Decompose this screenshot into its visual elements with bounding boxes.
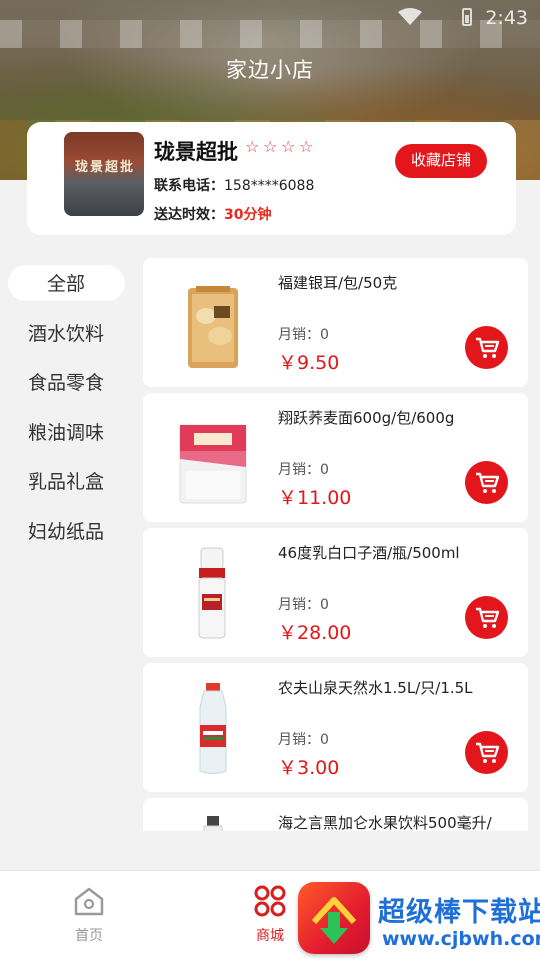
download-arrow-icon <box>311 897 357 944</box>
product-image-water-bottle <box>199 683 227 774</box>
product-name: 翔跃荞麦面600g/包/600g <box>278 409 455 427</box>
category-label: 食品零食 <box>27 372 104 395</box>
watermark: 超级棒下载站 www.cjbwh.com <box>298 882 540 960</box>
product-card[interactable]: 农夫山泉天然水1.5L/只/1.5L 月销：0 ￥3.00 <box>143 663 528 792</box>
store-rating: ☆ ☆ ☆ ☆ <box>245 139 315 155</box>
delivery-value: 30分钟 <box>224 207 272 223</box>
status-time: 2:43 <box>485 7 528 29</box>
category-active-pill: 全部 <box>7 264 125 301</box>
product-name: 农夫山泉天然水1.5L/只/1.5L <box>278 679 473 697</box>
category-label: 妇幼纸品 <box>27 520 104 543</box>
category-label: 乳品礼盒 <box>27 471 104 494</box>
grid-icon <box>254 885 286 917</box>
product-monthly-sales: 月销：0 <box>278 732 329 748</box>
product-image-drink-bottle <box>203 816 223 831</box>
star-outline-icon: ☆ <box>281 137 296 156</box>
product-name: 福建银耳/包/50克 <box>278 274 398 292</box>
store-photo-sign: 珑景超批 <box>74 160 135 175</box>
watermark-logo-icon <box>298 882 370 954</box>
add-to-cart-button[interactable] <box>465 731 508 774</box>
product-image-white-fungus <box>188 286 238 368</box>
cart-icon <box>475 472 499 493</box>
product-price: ￥11.00 <box>278 487 352 509</box>
phone-value[interactable]: 158****6088 <box>224 178 314 194</box>
delivery-label: 送达时效： <box>154 207 224 223</box>
status-bar: 2:43 <box>0 0 540 36</box>
category-item-dairy-gifts[interactable]: 乳品礼盒 <box>0 456 132 506</box>
product-image-liquor-bottle <box>198 547 226 639</box>
product-monthly-sales: 月销：0 <box>278 327 329 343</box>
cart-icon <box>475 607 499 628</box>
product-monthly-sales: 月销：0 <box>278 462 329 478</box>
add-to-cart-button[interactable] <box>465 461 508 504</box>
star-outline-icon: ☆ <box>245 137 260 156</box>
tab-home-label: 首页 <box>75 928 103 944</box>
product-price: ￥3.00 <box>278 757 340 779</box>
category-item-snacks[interactable]: 食品零食 <box>0 357 132 407</box>
category-label: 酒水饮料 <box>27 322 104 345</box>
category-label: 全部 <box>46 273 85 296</box>
product-card[interactable]: 翔跃荞麦面600g/包/600g 月销：0 ￥11.00 <box>143 393 528 522</box>
watermark-title: 超级棒下载站 <box>378 897 540 929</box>
star-outline-icon: ☆ <box>299 137 314 156</box>
product-monthly-sales: 月销：0 <box>278 597 329 613</box>
star-outline-icon: ☆ <box>263 137 278 156</box>
battery-icon <box>462 8 472 26</box>
category-label: 粮油调味 <box>27 421 104 444</box>
tab-home[interactable]: 首页 <box>49 885 129 945</box>
page-title: 家边小店 <box>226 58 314 82</box>
cart-icon <box>475 742 499 763</box>
cart-icon <box>475 337 499 358</box>
product-card[interactable]: 46度乳白口子酒/瓶/500ml 月销：0 ￥28.00 <box>143 528 528 657</box>
add-to-cart-button[interactable] <box>465 326 508 369</box>
store-delivery-time: 送达时效：30分钟 <box>154 204 271 224</box>
store-phone: 联系电话：158****6088 <box>154 175 314 195</box>
wifi-icon <box>398 8 422 25</box>
product-card[interactable]: 福建银耳/包/50克 月销：0 ￥9.50 <box>143 258 528 387</box>
store-photo: 珑景超批 <box>64 132 144 216</box>
product-name: 海之言黑加仑水果饮料500毫升/ <box>278 814 492 831</box>
product-card[interactable]: 海之言黑加仑水果饮料500毫升/ <box>143 798 528 831</box>
home-icon <box>74 887 104 916</box>
category-item-all[interactable]: 全部 <box>0 258 132 308</box>
category-item-grain-oil[interactable]: 粮油调味 <box>0 407 132 457</box>
product-price: ￥28.00 <box>278 622 352 644</box>
product-price: ￥9.50 <box>278 352 340 374</box>
store-info-card: 珑景超批 珑景超批 ☆ ☆ ☆ ☆ 联系电话：158****6088 送达时效：… <box>27 122 516 235</box>
category-item-baby-paper[interactable]: 妇幼纸品 <box>0 506 132 556</box>
category-sidebar: 全部 酒水饮料 食品零食 粮油调味 乳品礼盒 妇幼纸品 <box>0 258 132 555</box>
category-item-drinks[interactable]: 酒水饮料 <box>0 308 132 358</box>
product-image-buckwheat-noodles <box>179 424 247 504</box>
product-list[interactable]: 福建银耳/包/50克 月销：0 ￥9.50 翔跃荞麦面600g/包/600g 月… <box>143 258 528 831</box>
store-name: 珑景超批 <box>154 140 238 164</box>
phone-label: 联系电话： <box>154 178 224 194</box>
product-name: 46度乳白口子酒/瓶/500ml <box>278 544 460 562</box>
watermark-url: www.cjbwh.com <box>382 928 540 950</box>
favorite-store-button[interactable]: 收藏店铺 <box>395 144 487 178</box>
add-to-cart-button[interactable] <box>465 596 508 639</box>
